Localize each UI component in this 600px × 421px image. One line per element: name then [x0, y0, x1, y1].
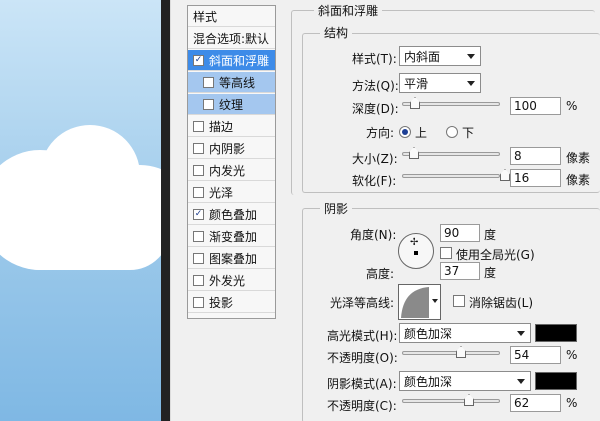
checkbox[interactable] — [193, 230, 204, 242]
checkbox[interactable] — [193, 164, 204, 176]
style-item-inner-shadow[interactable]: 内阴影 — [188, 138, 275, 159]
direction-up-label: 上 — [415, 126, 428, 140]
style-select[interactable]: 内斜面 — [399, 46, 481, 66]
angle-label: 角度(N): — [350, 228, 397, 242]
size-label: 大小(Z): — [352, 152, 398, 166]
light-source-marker: ✢ — [410, 237, 419, 248]
style-item-outer-glow[interactable]: 外发光 — [188, 270, 275, 291]
gloss-contour-picker[interactable] — [398, 284, 441, 320]
shadow-mode-label: 阴影模式(A): — [327, 377, 397, 391]
checkbox[interactable] — [193, 142, 204, 154]
highlight-opacity-label: 不透明度(O): — [327, 351, 398, 365]
size-input[interactable]: 8 — [510, 147, 561, 165]
soften-label: 软化(F): — [352, 174, 397, 188]
size-slider[interactable] — [402, 147, 500, 159]
altitude-unit: 度 — [484, 266, 497, 280]
global-light-checkbox[interactable] — [440, 247, 452, 259]
global-light-label: 使用全局光(G) — [456, 248, 535, 262]
angle-unit: 度 — [484, 228, 497, 242]
depth-input[interactable]: 100 — [510, 97, 561, 115]
shadow-opacity-unit: % — [566, 396, 578, 410]
direction-up-radio[interactable] — [399, 126, 411, 138]
shadow-opacity-slider[interactable] — [402, 394, 500, 406]
angle-input[interactable]: 90 — [440, 224, 480, 242]
antialias-label: 消除锯齿(L) — [469, 296, 534, 310]
style-item-stroke[interactable]: 描边 — [188, 116, 275, 137]
depth-unit: % — [566, 99, 578, 113]
chevron-down-icon — [467, 81, 475, 86]
altitude-label: 高度: — [366, 267, 395, 281]
style-item-bevel-emboss[interactable]: ✓ 斜面和浮雕 — [188, 50, 275, 71]
style-item-satin[interactable]: 光泽 — [188, 182, 275, 203]
style-item-contour[interactable]: 等高线 — [188, 72, 275, 93]
chevron-down-icon — [517, 331, 525, 336]
style-item-drop-shadow[interactable]: 投影 — [188, 292, 275, 313]
shading-title: 阴影 — [320, 200, 353, 217]
highlight-opacity-slider[interactable] — [402, 346, 500, 358]
gloss-contour-label: 光泽等高线: — [330, 296, 395, 310]
cloud-shape — [0, 180, 161, 270]
styles-list: 样式 混合选项:默认 ✓ 斜面和浮雕 等高线 纹理 描边 内阴影 内发光 光泽 ✓… — [187, 5, 276, 319]
style-label: 样式(T): — [352, 52, 397, 66]
style-item-gradient-overlay[interactable]: 渐变叠加 — [188, 226, 275, 247]
checkbox[interactable]: ✓ — [193, 208, 204, 220]
soften-unit: 像素 — [566, 173, 591, 187]
checkbox[interactable] — [203, 76, 214, 88]
highlight-color-swatch[interactable] — [535, 324, 577, 342]
style-item-inner-glow[interactable]: 内发光 — [188, 160, 275, 181]
chevron-down-icon — [517, 379, 525, 384]
canvas-background — [0, 0, 161, 421]
highlight-opacity-input[interactable]: 54 — [510, 346, 561, 364]
chevron-down-icon — [432, 299, 438, 303]
shadow-mode-select[interactable]: 颜色加深 — [399, 371, 531, 391]
structure-title: 结构 — [320, 24, 353, 41]
checkbox[interactable] — [193, 120, 204, 132]
blend-options[interactable]: 混合选项:默认 — [188, 28, 275, 49]
window-divider — [161, 0, 170, 421]
depth-label: 深度(D): — [352, 102, 399, 116]
direction-down-label: 下 — [462, 126, 475, 140]
checkbox[interactable] — [193, 252, 204, 264]
altitude-input[interactable]: 37 — [440, 262, 480, 280]
contour-curve-icon — [401, 287, 429, 318]
technique-select[interactable]: 平滑 — [399, 73, 481, 93]
shadow-opacity-label: 不透明度(C): — [327, 399, 397, 413]
checkbox[interactable] — [193, 186, 204, 198]
technique-label: 方法(Q): — [352, 79, 399, 93]
style-item-pattern-overlay[interactable]: 图案叠加 — [188, 248, 275, 269]
shadow-color-swatch[interactable] — [535, 372, 577, 390]
antialias-checkbox[interactable] — [453, 295, 465, 307]
chevron-down-icon — [467, 54, 475, 59]
styles-header[interactable]: 样式 — [188, 6, 275, 27]
direction-down-radio[interactable] — [446, 126, 458, 138]
soften-slider[interactable] — [402, 169, 510, 181]
highlight-mode-label: 高光模式(H): — [327, 329, 398, 343]
style-item-texture[interactable]: 纹理 — [188, 94, 275, 115]
angle-center-dot — [414, 251, 418, 255]
shadow-opacity-input[interactable]: 62 — [510, 394, 561, 412]
checkbox[interactable] — [203, 98, 214, 110]
checkbox[interactable]: ✓ — [193, 54, 204, 66]
checkbox[interactable] — [193, 274, 204, 286]
depth-slider[interactable] — [402, 97, 500, 109]
style-item-color-overlay[interactable]: ✓ 颜色叠加 — [188, 204, 275, 225]
size-unit: 像素 — [566, 151, 591, 165]
bevel-title: 斜面和浮雕 — [314, 2, 383, 19]
soften-input[interactable]: 16 — [510, 169, 561, 187]
highlight-mode-select[interactable]: 颜色加深 — [399, 323, 531, 343]
checkbox[interactable] — [193, 296, 204, 308]
angle-dial[interactable]: ✢ — [398, 233, 434, 269]
direction-label: 方向: — [366, 126, 395, 140]
highlight-opacity-unit: % — [566, 348, 578, 362]
